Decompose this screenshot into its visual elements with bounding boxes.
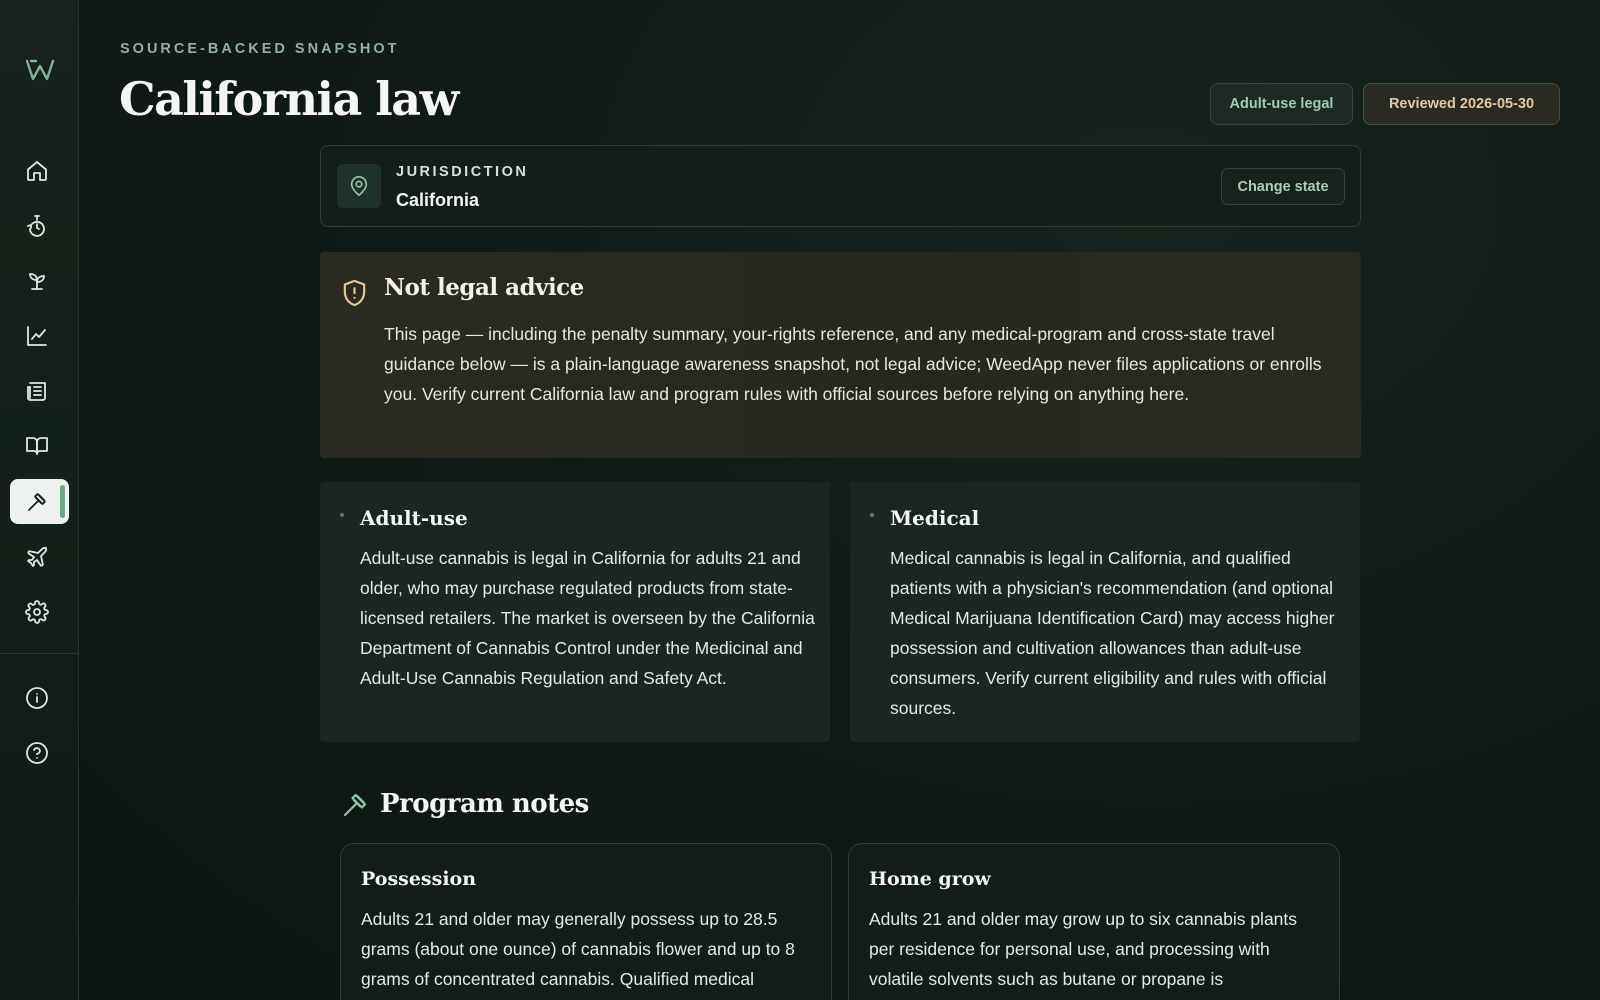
map-pin-icon xyxy=(337,164,381,208)
disclaimer-title: Not legal advice xyxy=(384,274,584,301)
info-icon xyxy=(25,686,48,709)
sidebar-item-help[interactable] xyxy=(10,730,69,775)
sprout-icon xyxy=(28,272,45,290)
program-notes-title: Program notes xyxy=(380,789,589,819)
medical-title: Medical xyxy=(890,506,980,530)
home-grow-card: Home grow Adults 21 and older may grow u… xyxy=(848,843,1340,1000)
weedapp-logo-icon[interactable] xyxy=(25,57,55,83)
reviewed-date-badge: Reviewed 2026-05-30 xyxy=(1363,83,1560,125)
sidebar-item-sessions[interactable] xyxy=(10,203,69,248)
session-timer-icon xyxy=(26,214,45,237)
medical-card: Medical Medical cannabis is legal in Cal… xyxy=(850,482,1360,742)
jurisdiction-label: JURISDICTION xyxy=(396,164,529,180)
possession-text: Adults 21 and older may generally posses… xyxy=(361,909,795,989)
sidebar-item-learn[interactable] xyxy=(10,423,69,468)
home-icon xyxy=(26,160,47,181)
sidebar-item-home[interactable] xyxy=(10,148,69,193)
sidebar-item-about[interactable] xyxy=(10,675,69,720)
adult-use-title: Adult-use xyxy=(360,506,468,530)
book-open-icon xyxy=(25,436,48,455)
status-dot xyxy=(340,513,344,517)
page-eyebrow: SOURCE-BACKED SNAPSHOT xyxy=(120,41,400,57)
gavel-icon xyxy=(27,492,46,511)
adult-use-text: Adult-use cannabis is legal in Californi… xyxy=(360,548,815,688)
change-state-button[interactable]: Change state xyxy=(1221,168,1345,205)
sidebar-divider xyxy=(0,653,79,654)
sidebar-item-law[interactable] xyxy=(10,479,69,524)
legal-status-badge: Adult-use legal xyxy=(1210,83,1353,125)
status-dot xyxy=(870,513,874,517)
shield-alert-icon xyxy=(343,279,366,307)
home-grow-title: Home grow xyxy=(869,868,991,890)
chart-line-icon xyxy=(26,325,47,346)
disclaimer-card: Not legal advice This page — including t… xyxy=(320,252,1361,458)
newspaper-icon xyxy=(26,381,46,401)
plane-icon xyxy=(26,546,47,567)
main-content: SOURCE-BACKED SNAPSHOT California law Ad… xyxy=(79,0,1600,1000)
sidebar-item-grow[interactable] xyxy=(10,258,69,303)
sidebar-item-settings[interactable] xyxy=(10,589,69,634)
jurisdiction-value: California xyxy=(396,190,480,210)
sidebar-item-insights[interactable] xyxy=(10,313,69,358)
possession-title: Possession xyxy=(361,868,477,890)
sidebar-item-travel[interactable] xyxy=(10,534,69,579)
gear-icon xyxy=(24,599,49,624)
jurisdiction-card: JURISDICTION California Change state xyxy=(320,145,1361,227)
sidebar-item-news[interactable] xyxy=(10,368,69,413)
page-title: California law xyxy=(119,72,459,126)
home-grow-text: Adults 21 and older may grow up to six c… xyxy=(869,909,1298,989)
disclaimer-text: This page — including the penalty summar… xyxy=(384,324,1322,404)
medical-text: Medical cannabis is legal in California,… xyxy=(890,548,1335,718)
sidebar xyxy=(0,0,79,1000)
possession-card: Possession Adults 21 and older may gener… xyxy=(340,843,832,1000)
gavel-icon xyxy=(343,793,367,817)
help-icon xyxy=(25,741,48,764)
adult-use-card: Adult-use Adult-use cannabis is legal in… xyxy=(320,482,830,742)
